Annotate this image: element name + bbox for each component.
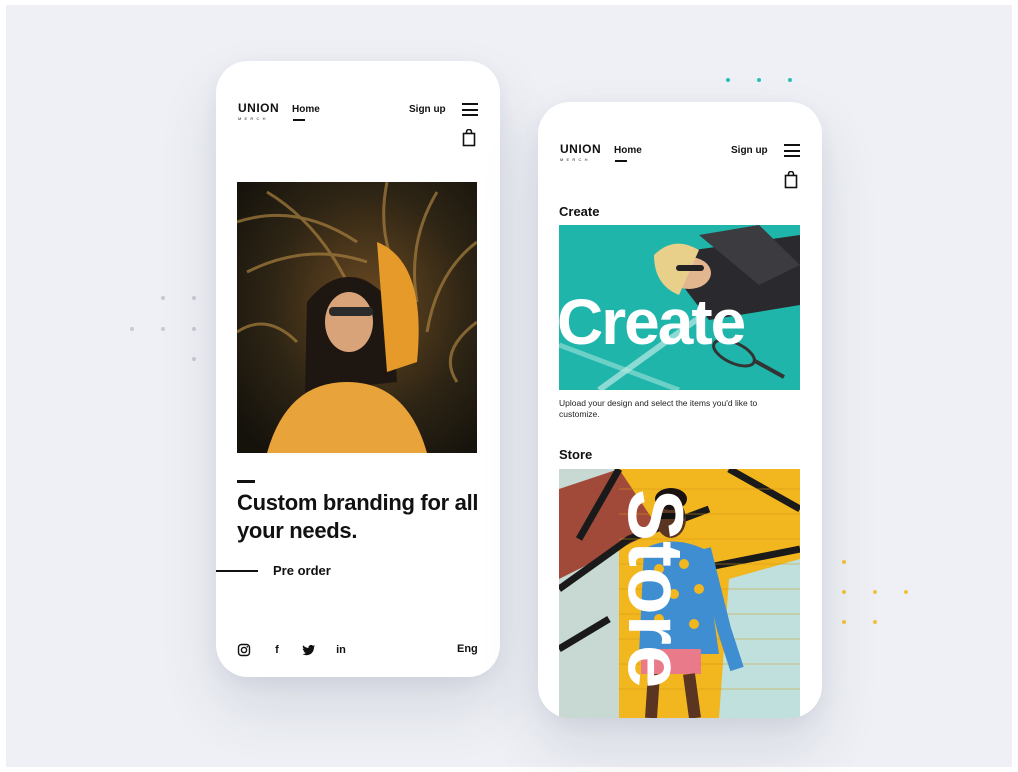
hero-accent-dash	[237, 480, 255, 483]
brand-logo[interactable]: UNION MERCH	[238, 102, 279, 121]
preorder-line	[216, 570, 258, 572]
nav-home-label: Home	[292, 104, 320, 115]
menu-icon[interactable]	[462, 103, 478, 116]
create-caption: Upload your design and select the items …	[559, 398, 758, 419]
instagram-icon[interactable]	[237, 643, 251, 657]
shopping-bag-icon[interactable]	[784, 171, 798, 189]
nav-active-underline	[293, 119, 305, 121]
nav-home-link[interactable]: Home	[292, 104, 320, 121]
store-overlay-text: Store	[612, 489, 700, 688]
twitter-icon[interactable]	[302, 643, 316, 657]
store-card-image[interactable]: Store	[559, 469, 800, 718]
create-overlay-text: Create	[559, 286, 745, 358]
nav-home-label: Home	[614, 145, 642, 156]
brand-logo[interactable]: UNION MERCH	[560, 143, 601, 162]
language-selector[interactable]: Eng	[457, 643, 478, 655]
phone-landing-screen: UNION MERCH Home Sign up Custom branding…	[216, 61, 500, 677]
hero-photo-woman-palm	[237, 182, 477, 453]
facebook-icon[interactable]: f	[270, 643, 284, 657]
phone-services-screen: UNION MERCH Home Sign up Create Create U…	[538, 102, 822, 718]
showcase-canvas	[6, 5, 1012, 767]
nav-active-underline	[615, 160, 627, 162]
signup-link[interactable]: Sign up	[409, 104, 446, 115]
store-section-title: Store	[559, 447, 593, 462]
hero-headline: Custom branding for all your needs.	[237, 490, 479, 543]
menu-icon[interactable]	[784, 144, 800, 157]
brand-name: UNION	[560, 142, 602, 156]
nav-home-link[interactable]: Home	[614, 145, 642, 162]
brand-sub: MERCH	[560, 157, 591, 162]
create-card-image[interactable]: Create	[559, 225, 800, 390]
signup-link[interactable]: Sign up	[731, 145, 768, 156]
create-section-title: Create	[559, 204, 600, 219]
brand-name: UNION	[238, 101, 280, 115]
linkedin-icon[interactable]: in	[334, 643, 348, 657]
preorder-button[interactable]: Pre order	[273, 563, 331, 578]
shopping-bag-icon[interactable]	[462, 129, 476, 147]
brand-sub: MERCH	[238, 116, 269, 121]
